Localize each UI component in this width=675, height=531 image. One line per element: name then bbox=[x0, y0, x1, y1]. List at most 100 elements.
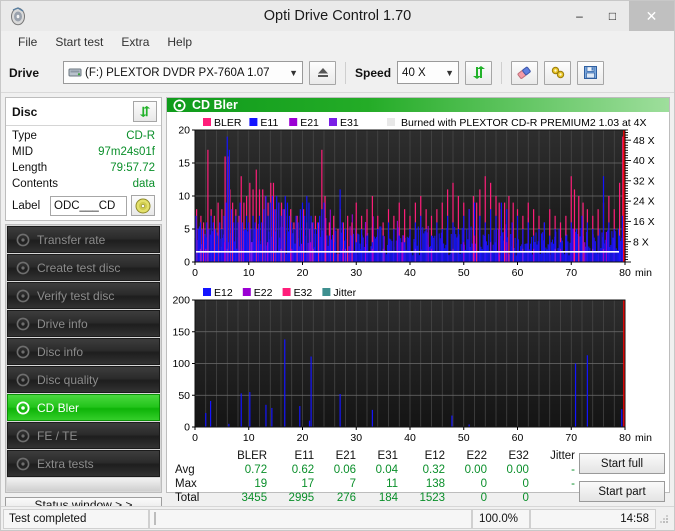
start-full-button[interactable]: Start full bbox=[579, 453, 665, 474]
table-header-row: BLER E11 E21 E31 E12 E22 E32 Jitter bbox=[171, 449, 579, 463]
svg-text:50: 50 bbox=[458, 432, 470, 444]
cd-bler-e12-chart[interactable]: E12 E22 E32 Jitter 0 50 100 150 200 0 10 20 30 40 50 60… bbox=[167, 282, 669, 447]
sidebar-item-fe-te[interactable]: FE / TE bbox=[7, 422, 160, 449]
drive-select[interactable]: (F:) PLEXTOR DVDR PX-760A 1.07 ▼ bbox=[63, 61, 304, 84]
close-button[interactable]: ✕ bbox=[629, 1, 674, 31]
eraser-icon bbox=[517, 66, 531, 79]
statistics-table: BLER E11 E21 E31 E12 E22 E32 Jitter Avg … bbox=[171, 449, 579, 505]
cell-total-e11: 2995 bbox=[288, 492, 315, 504]
cell-max-jitter: - bbox=[571, 478, 575, 490]
progress-percent: 100.0% bbox=[472, 508, 530, 529]
sidebar-item-label: FE / TE bbox=[37, 428, 78, 443]
disc-panel-title: Disc bbox=[12, 104, 38, 119]
svg-text:70: 70 bbox=[565, 432, 577, 444]
disc-panel-header: Disc bbox=[6, 98, 161, 126]
disc-label-button[interactable] bbox=[131, 195, 155, 216]
menu-bar: File Start test Extra Help bbox=[1, 31, 674, 53]
cell-max-bler: 19 bbox=[254, 478, 268, 490]
chevron-down-icon[interactable]: ▼ bbox=[285, 68, 302, 78]
menu-item-extra[interactable]: Extra bbox=[112, 33, 158, 51]
sidebar-item-label: Disc info bbox=[37, 344, 84, 359]
sidebar-item-extra-tests[interactable]: Extra tests bbox=[7, 450, 160, 477]
svg-text:30: 30 bbox=[350, 267, 362, 279]
svg-text:20: 20 bbox=[178, 125, 190, 137]
sidebar-item-label: Drive info bbox=[37, 316, 88, 331]
sidebar-item-label: Extra tests bbox=[37, 456, 94, 471]
menu-item-help[interactable]: Help bbox=[158, 33, 201, 51]
drive-icon bbox=[68, 66, 82, 79]
sidebar-item-transfer-rate[interactable]: Transfer rate bbox=[7, 226, 160, 253]
disc-create-icon bbox=[15, 260, 30, 275]
sidebar-item-create-test-disc[interactable]: Create test disc bbox=[7, 254, 160, 281]
svg-text:0: 0 bbox=[192, 432, 198, 444]
maximize-button[interactable]: □ bbox=[596, 1, 629, 31]
disc-panel: Disc Type CD-R MID 97m24s01f Length 79:5… bbox=[5, 97, 162, 221]
erase-button[interactable] bbox=[511, 60, 539, 85]
eject-icon bbox=[317, 68, 328, 77]
menu-item-start-test[interactable]: Start test bbox=[46, 33, 112, 51]
svg-text:0: 0 bbox=[192, 267, 198, 279]
disc-test-icon bbox=[15, 232, 30, 247]
svg-text:E11: E11 bbox=[260, 117, 278, 129]
cell-avg-e22: 0.00 bbox=[464, 464, 487, 476]
disc-label-input[interactable]: ODC___CD bbox=[50, 195, 127, 216]
save-button[interactable] bbox=[577, 60, 605, 85]
sidebar-item-verify-test-disc[interactable]: Verify test disc bbox=[7, 282, 160, 309]
cell-max-e31: 11 bbox=[386, 478, 399, 490]
cell-total-e22: 0 bbox=[480, 492, 487, 504]
disc-row-key: Contents bbox=[12, 178, 59, 190]
svg-text:15: 15 bbox=[178, 158, 190, 170]
cell-max-e22: 0 bbox=[480, 478, 487, 490]
refresh-button[interactable] bbox=[465, 60, 493, 85]
fe-te-icon bbox=[15, 428, 30, 443]
svg-text:48 X: 48 X bbox=[633, 135, 655, 147]
speed-label: Speed bbox=[355, 65, 392, 80]
svg-text:150: 150 bbox=[172, 326, 190, 338]
status-bar: Test completed 100.0% 14:58 bbox=[1, 506, 674, 530]
cell-avg-e11: 0.62 bbox=[291, 464, 315, 476]
test-buttons: Start full Start part bbox=[579, 449, 665, 505]
minimize-button[interactable]: – bbox=[563, 1, 596, 31]
svg-text:10: 10 bbox=[178, 191, 190, 203]
settings-icon bbox=[551, 66, 564, 79]
svg-text:40: 40 bbox=[404, 432, 416, 444]
refresh-icon bbox=[472, 66, 485, 79]
sidebar-item-disc-info[interactable]: Disc info bbox=[7, 338, 160, 365]
sidebar-item-cd-bler[interactable]: CD Bler bbox=[7, 394, 160, 421]
start-part-button[interactable]: Start part bbox=[579, 481, 665, 502]
sidebar-item-label: Create test disc bbox=[37, 260, 121, 275]
svg-text:30: 30 bbox=[350, 432, 362, 444]
svg-text:50: 50 bbox=[458, 267, 470, 279]
main-content: Disc Type CD-R MID 97m24s01f Length 79:5… bbox=[1, 93, 674, 513]
svg-text:32 X: 32 X bbox=[633, 175, 655, 187]
svg-text:0: 0 bbox=[184, 257, 190, 269]
disc-refresh-button[interactable] bbox=[133, 101, 157, 122]
svg-text:50: 50 bbox=[178, 390, 190, 402]
cell-max-e21: 7 bbox=[349, 478, 357, 490]
resize-grip-icon[interactable] bbox=[656, 513, 672, 525]
menu-item-file[interactable]: File bbox=[9, 33, 46, 51]
svg-text:24 X: 24 X bbox=[633, 196, 655, 208]
svg-text:40: 40 bbox=[404, 267, 416, 279]
sidebar-item-disc-quality[interactable]: Disc quality bbox=[7, 366, 160, 393]
disc-row-key: MID bbox=[12, 146, 34, 158]
cd-bler-error-chart[interactable]: BLER E11 E21 E31 Burned with PLEXTOR CD-R PR… bbox=[167, 112, 669, 282]
col-jitter: Jitter bbox=[550, 450, 575, 462]
disc-row-type: Type CD-R bbox=[12, 129, 155, 144]
cell-total-bler: 3455 bbox=[241, 492, 268, 504]
settings-button[interactable] bbox=[544, 60, 572, 85]
toolbar-separator bbox=[501, 61, 503, 84]
svg-text:10: 10 bbox=[243, 432, 255, 444]
col-e12: E12 bbox=[424, 450, 446, 462]
eject-button[interactable] bbox=[309, 60, 337, 85]
sidebar-item-label: Verify test disc bbox=[37, 288, 115, 303]
sidebar-item-drive-info[interactable]: Drive info bbox=[7, 310, 160, 337]
speed-select[interactable]: 40 X ▼ bbox=[397, 61, 460, 84]
drive-label: Drive bbox=[9, 65, 40, 80]
chevron-down-icon[interactable]: ▼ bbox=[441, 68, 458, 78]
svg-text:20: 20 bbox=[297, 432, 309, 444]
cd-icon bbox=[135, 198, 151, 213]
cell-total-e32: 0 bbox=[522, 492, 529, 504]
speed-value: 40 X bbox=[402, 66, 426, 79]
panel-header: CD Bler bbox=[167, 98, 669, 112]
